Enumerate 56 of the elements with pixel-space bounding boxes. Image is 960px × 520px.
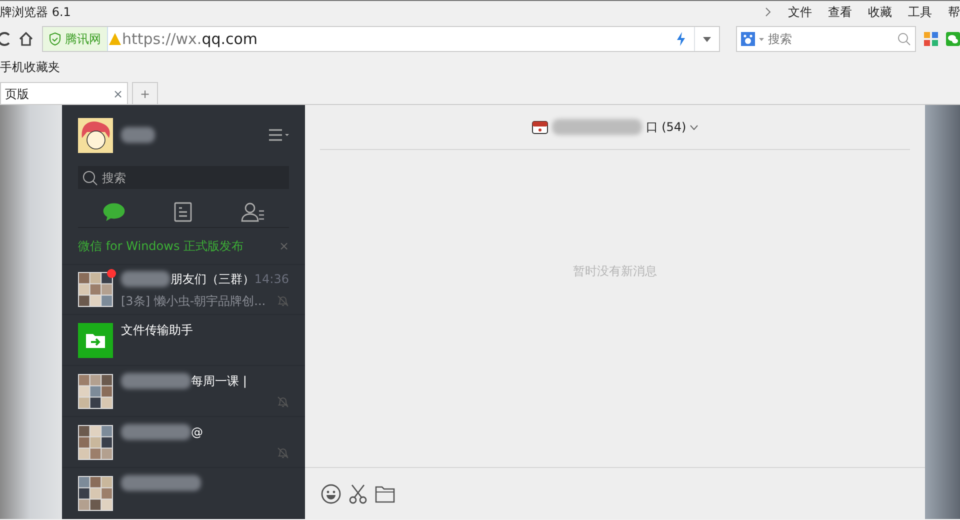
message-preview: [3条] 懒小虫-朝宇品牌创... xyxy=(121,292,266,310)
calendar-icon xyxy=(532,120,548,134)
search-icon xyxy=(82,170,98,186)
caret-icon xyxy=(703,36,711,42)
chat-time: 14:36 xyxy=(254,270,289,288)
search-field[interactable]: 搜索 xyxy=(102,168,285,187)
home-icon[interactable] xyxy=(18,31,34,47)
menu-item[interactable]: 文件 xyxy=(788,3,812,21)
chat-name: 每周一课 | xyxy=(191,373,247,390)
menu-icon[interactable] xyxy=(269,129,289,142)
group-avatar-drawing xyxy=(78,272,113,308)
group-avatar-drawing xyxy=(78,424,113,460)
shield-check-icon xyxy=(49,32,61,46)
address-bar[interactable]: 腾讯网 https://wx.qq.com xyxy=(42,26,720,52)
url-text: https://wx.qq.com xyxy=(122,28,258,50)
chat-list-item[interactable]: 朋友们（三群）14:36 [3条] 懒小虫-朝宇品牌创... xyxy=(62,264,305,316)
contacts-icon[interactable] xyxy=(240,202,264,222)
chat-list-item[interactable]: 文件传输助手 xyxy=(62,315,305,366)
notice-text: 微信 for Windows 正式版发布 xyxy=(78,238,244,255)
chat-bubbles-icon[interactable] xyxy=(946,32,960,46)
conversation-title[interactable]: 口 (54) xyxy=(646,118,686,136)
chevron-down-icon[interactable] xyxy=(690,124,698,130)
apps-icon[interactable] xyxy=(924,32,938,46)
window-title: 牌浏览器 6.1 xyxy=(0,4,71,21)
chat-name: @ xyxy=(191,424,203,442)
chat-name: 朋友们（三群） xyxy=(170,270,254,288)
group-avatar-drawing xyxy=(78,476,113,511)
group-avatar-drawing xyxy=(78,374,113,409)
menu-item[interactable]: 查看 xyxy=(828,3,852,21)
chat-name: 文件传输助手 xyxy=(121,322,193,340)
refresh-icon[interactable] xyxy=(0,31,10,47)
paw-icon xyxy=(741,32,755,46)
empty-message: 暂时没有新消息 xyxy=(573,263,657,280)
menu-item[interactable]: 收藏 xyxy=(868,3,892,21)
chat-bubble-icon[interactable] xyxy=(102,203,124,222)
smiley-icon[interactable] xyxy=(321,484,341,504)
new-tab-button[interactable]: + xyxy=(132,82,158,104)
close-tab-button[interactable]: × xyxy=(112,84,123,102)
caret-icon xyxy=(759,38,764,40)
avatar-drawing xyxy=(78,118,113,153)
search-bar[interactable]: 搜索 xyxy=(78,166,289,190)
menu-item[interactable]: 帮 xyxy=(948,3,960,21)
chat-list-item[interactable]: @ xyxy=(62,417,305,468)
folder-icon[interactable] xyxy=(375,484,395,502)
chat-list-item[interactable]: 每周一课 | xyxy=(62,366,305,418)
search-icon xyxy=(897,32,911,46)
bookmark-link[interactable]: 手机收藏夹 xyxy=(0,58,60,76)
document-icon[interactable] xyxy=(174,202,192,222)
lightning-icon xyxy=(676,32,686,46)
badge-text: 腾讯网 xyxy=(65,31,101,48)
scissors-icon[interactable] xyxy=(349,484,367,504)
search-bar[interactable]: 搜索 xyxy=(736,26,916,52)
chevron-icon[interactable] xyxy=(764,7,772,17)
menu-item[interactable]: 工具 xyxy=(908,3,932,21)
tab-label: 页版 xyxy=(5,86,29,102)
browser-tab[interactable]: 页版 × xyxy=(0,82,128,104)
